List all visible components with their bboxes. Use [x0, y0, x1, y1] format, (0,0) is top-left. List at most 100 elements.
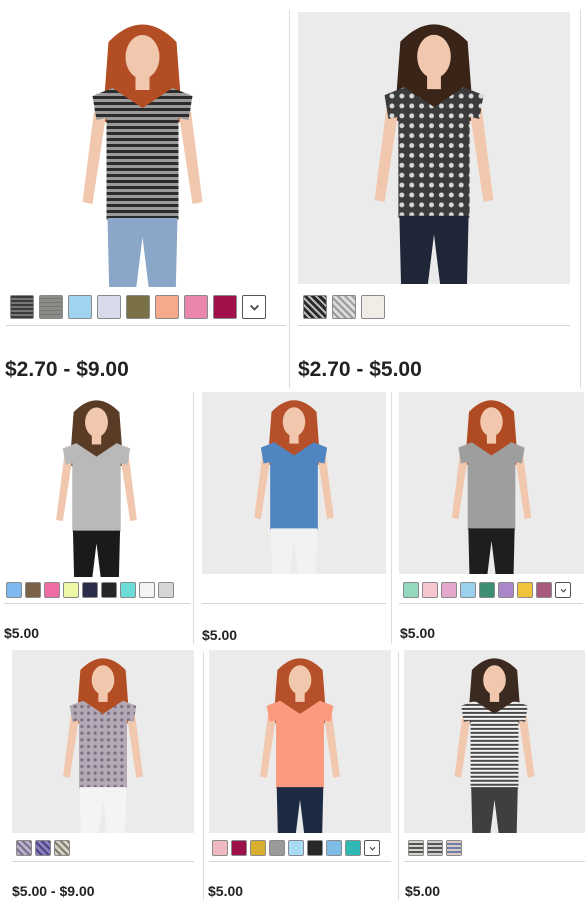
model-figure: [454, 658, 535, 833]
column-divider: [398, 652, 399, 900]
color-swatch[interactable]: [361, 295, 385, 319]
color-swatch[interactable]: [82, 582, 98, 598]
color-swatch[interactable]: [307, 840, 323, 856]
more-colors-button[interactable]: [364, 840, 380, 856]
color-swatches: [408, 840, 462, 856]
divider: [12, 861, 194, 862]
color-swatch[interactable]: [126, 295, 150, 319]
color-swatch[interactable]: [54, 840, 70, 856]
color-swatch[interactable]: [97, 295, 121, 319]
model-figure: [260, 658, 340, 833]
color-swatch[interactable]: [44, 582, 60, 598]
color-swatch[interactable]: [101, 582, 117, 598]
model-figure: [451, 400, 532, 574]
more-colors-button[interactable]: [555, 582, 571, 598]
product-image[interactable]: [209, 650, 391, 833]
divider: [6, 325, 286, 326]
column-divider: [193, 392, 194, 644]
model-figure: [63, 658, 143, 833]
divider: [298, 325, 570, 326]
color-swatch[interactable]: [498, 582, 514, 598]
color-swatch[interactable]: [63, 582, 79, 598]
color-swatch[interactable]: [16, 840, 32, 856]
color-swatch[interactable]: [441, 582, 457, 598]
product-card[interactable]: $5.00: [393, 392, 585, 647]
more-colors-button[interactable]: [242, 295, 266, 319]
product-card[interactable]: $5.00 - $9.00: [0, 650, 200, 901]
model-figure: [374, 24, 494, 284]
price: $5.00: [4, 625, 40, 641]
color-swatch[interactable]: [139, 582, 155, 598]
color-swatch[interactable]: [408, 840, 424, 856]
product-card[interactable]: $5.00: [196, 392, 392, 647]
color-swatch[interactable]: [403, 582, 419, 598]
color-swatch[interactable]: [269, 840, 285, 856]
product-image[interactable]: [298, 12, 570, 284]
product-image[interactable]: [4, 392, 189, 577]
color-swatch[interactable]: [155, 295, 179, 319]
price: $5.00: [202, 627, 238, 643]
color-swatch[interactable]: [10, 295, 34, 319]
color-swatch[interactable]: [39, 295, 63, 319]
chevron-down-icon: [560, 588, 566, 593]
color-swatch[interactable]: [6, 582, 22, 598]
divider: [4, 603, 190, 604]
product-image[interactable]: [0, 12, 285, 287]
price: $5.00: [208, 883, 244, 899]
color-swatch[interactable]: [120, 582, 136, 598]
divider: [202, 603, 386, 604]
color-swatches: [212, 840, 380, 856]
price-range: $2.70 - $5.00: [298, 358, 422, 381]
product-image[interactable]: [12, 650, 194, 833]
divider: [209, 861, 391, 862]
color-swatch[interactable]: [35, 840, 51, 856]
color-swatch[interactable]: [212, 840, 228, 856]
color-swatch[interactable]: [332, 295, 356, 319]
color-swatch[interactable]: [213, 295, 237, 319]
color-swatches: [10, 295, 266, 319]
color-swatch[interactable]: [158, 582, 174, 598]
price-range: $5.00 - $9.00: [12, 883, 95, 899]
color-swatch[interactable]: [422, 582, 438, 598]
column-divider: [289, 10, 290, 388]
chevron-down-icon: [249, 304, 259, 311]
color-swatch[interactable]: [326, 840, 342, 856]
color-swatch[interactable]: [517, 582, 533, 598]
color-swatch[interactable]: [25, 582, 41, 598]
color-swatch[interactable]: [460, 582, 476, 598]
product-card[interactable]: $2.70 - $9.00: [0, 0, 291, 392]
product-image[interactable]: [404, 650, 585, 833]
divider: [399, 603, 583, 604]
color-swatch[interactable]: [184, 295, 208, 319]
price: $5.00: [400, 625, 436, 641]
color-swatch[interactable]: [446, 840, 462, 856]
product-card[interactable]: $5.00: [398, 650, 585, 901]
color-swatch[interactable]: [536, 582, 552, 598]
model-figure: [254, 400, 334, 574]
color-swatch[interactable]: [303, 295, 327, 319]
product-card[interactable]: $2.70 - $5.00: [292, 0, 585, 392]
color-swatch[interactable]: [288, 840, 304, 856]
color-swatch[interactable]: [345, 840, 361, 856]
model-figure: [56, 400, 137, 577]
color-swatches: [303, 295, 385, 319]
color-swatch[interactable]: [68, 295, 92, 319]
product-card[interactable]: $5.00: [200, 650, 396, 901]
column-divider: [391, 392, 392, 644]
color-swatch[interactable]: [231, 840, 247, 856]
product-image[interactable]: [202, 392, 386, 574]
color-swatches: [6, 582, 174, 598]
color-swatches: [403, 582, 571, 598]
product-card[interactable]: $5.00: [0, 392, 195, 647]
column-divider: [580, 10, 581, 388]
price-range: $2.70 - $9.00: [5, 358, 129, 381]
column-divider: [203, 652, 204, 900]
product-image[interactable]: [399, 392, 584, 574]
color-swatch[interactable]: [427, 840, 443, 856]
color-swatch[interactable]: [479, 582, 495, 598]
color-swatches: [16, 840, 70, 856]
chevron-down-icon: [369, 846, 375, 851]
divider: [404, 861, 585, 862]
color-swatch[interactable]: [250, 840, 266, 856]
price: $5.00: [405, 883, 441, 899]
